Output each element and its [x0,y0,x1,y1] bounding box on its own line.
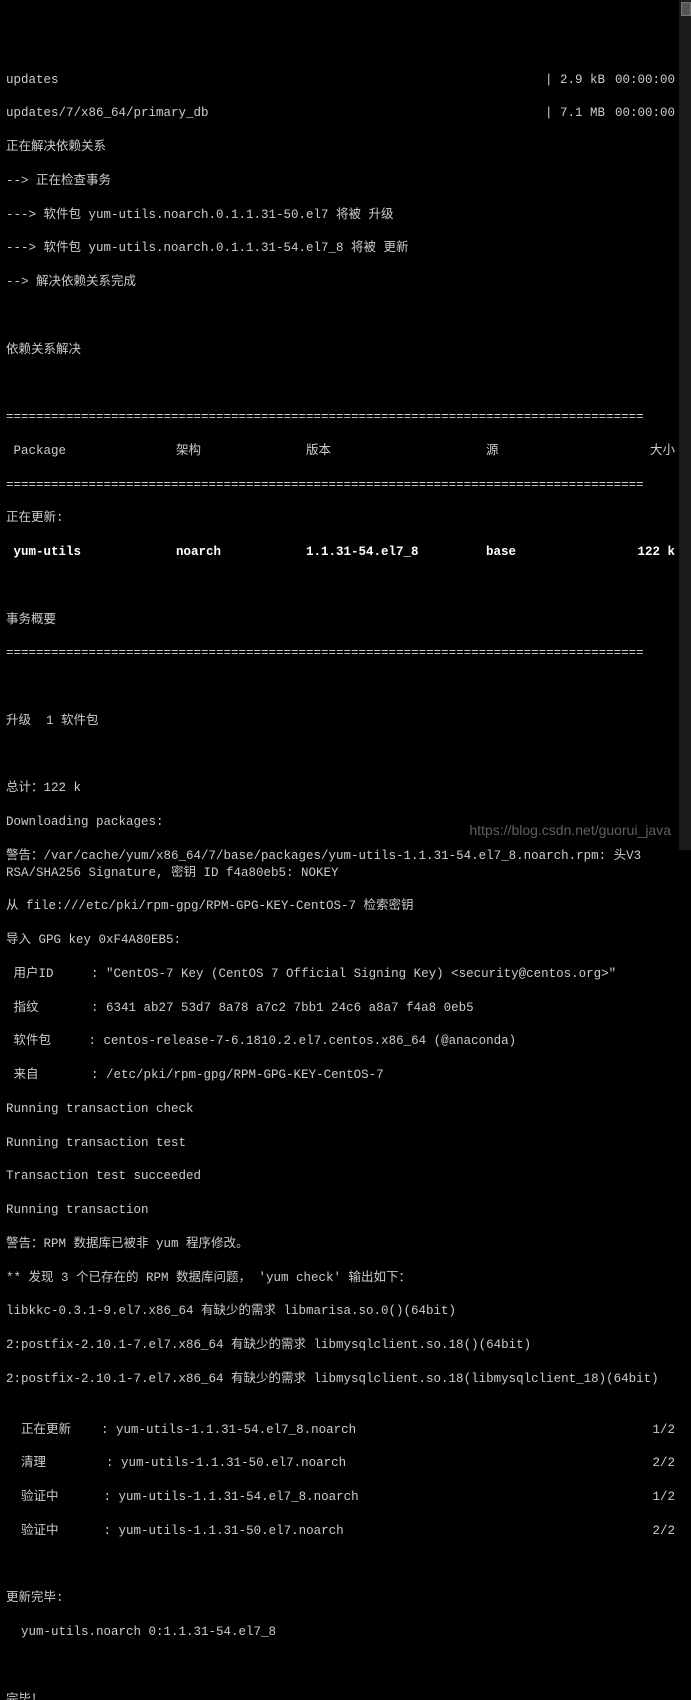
pkg-size: 122 k [626,544,685,561]
blank-line [6,1557,685,1574]
resolve-line: ---> 软件包 yum-utils.noarch.0.1.1.31-54.el… [6,240,685,257]
step-row: 清理 : yum-utils-1.1.31-50.el7.noarch 2/2 [6,1455,685,1472]
updated-pkg: yum-utils.noarch 0:1.1.31-54.el7_8 [6,1624,685,1641]
pkg-version: 1.1.31-54.el7_8 [306,544,486,561]
blank-line [6,747,685,764]
issue-line: libkkc-0.3.1-9.el7.x86_64 有缺少的需求 libmari… [6,1303,685,1320]
upgrade-count: 升级 1 软件包 [6,713,685,730]
issue-line: 2:postfix-2.10.1-7.el7.x86_64 有缺少的需求 lib… [6,1371,685,1388]
col-version: 版本 [306,443,486,460]
blank-line [6,308,685,325]
warning-db: 警告：RPM 数据库已被非 yum 程序修改。 [6,1236,685,1253]
scrollbar-thumb[interactable] [681,2,691,16]
download-row: updates | 2.9 kB 00:00:00 [6,72,685,89]
step-count: 2/2 [645,1455,685,1472]
pkg-repo: base [486,544,626,561]
step-count: 1/2 [645,1422,685,1439]
download-time: 00:00:00 [605,72,685,89]
issue-line: 2:postfix-2.10.1-7.el7.x86_64 有缺少的需求 lib… [6,1337,685,1354]
key-package: 软件包 : centos-release-7-6.1810.2.el7.cent… [6,1033,685,1050]
scrollbar[interactable] [679,0,691,850]
divider: ========================================… [6,645,685,662]
col-repo: 源 [486,443,626,460]
blank-line [6,375,685,392]
step-row: 正在更新 : yum-utils-1.1.31-54.el7_8.noarch … [6,1422,685,1439]
complete: 完毕！ [6,1692,685,1700]
download-name: updates/7/x86_64/primary_db [6,105,535,122]
found-issues: ** 发现 3 个已存在的 RPM 数据库问题， 'yum check' 输出如… [6,1270,685,1287]
step-count: 1/2 [645,1489,685,1506]
watermark: https://blog.csdn.net/guorui_java [469,821,671,840]
resolve-line: ---> 软件包 yum-utils.noarch.0.1.1.31-50.el… [6,207,685,224]
key-fingerprint: 指纹 : 6341 ab27 53d7 8a78 a7c2 7bb1 24c6 … [6,1000,685,1017]
step-count: 2/2 [645,1523,685,1540]
divider: ========================================… [6,409,685,426]
step-row: 验证中 : yum-utils-1.1.31-50.el7.noarch 2/2 [6,1523,685,1540]
blank-line [6,679,685,696]
table-header: Package 架构 版本 源 大小 [6,443,685,460]
warning-rpm: 警告：/var/cache/yum/x86_64/7/base/packages… [6,848,685,882]
trans-check: Running transaction check [6,1101,685,1118]
step-row: 验证中 : yum-utils-1.1.31-54.el7_8.noarch 1… [6,1489,685,1506]
trans-running: Running transaction [6,1202,685,1219]
col-size: 大小 [626,443,685,460]
pkg-name: yum-utils [6,544,176,561]
updating-label: 正在更新: [6,510,685,527]
updated-label: 更新完毕: [6,1590,685,1607]
divider: ========================================… [6,477,685,494]
trans-succeeded: Transaction test succeeded [6,1168,685,1185]
download-size: | 2.9 kB [535,72,605,89]
col-package: Package [6,443,176,460]
download-size: | 7.1 MB [535,105,605,122]
resolve-line: --> 解决依赖关系完成 [6,274,685,291]
resolve-line: --> 正在检查事务 [6,173,685,190]
key-userid: 用户ID : "CentOS-7 Key (CentOS 7 Official … [6,966,685,983]
blank-line [6,578,685,595]
import-gpg-key: 导入 GPG key 0xF4A80EB5: [6,932,685,949]
total-size: 总计：122 k [6,780,685,797]
package-row: yum-utils noarch 1.1.31-54.el7_8 base 12… [6,544,685,561]
transaction-summary: 事务概要 [6,612,685,629]
retrieve-key: 从 file:///etc/pki/rpm-gpg/RPM-GPG-KEY-Ce… [6,898,685,915]
dep-resolved: 依赖关系解决 [6,342,685,359]
resolve-line: 正在解决依赖关系 [6,139,685,156]
trans-test: Running transaction test [6,1135,685,1152]
key-from: 来自 : /etc/pki/rpm-gpg/RPM-GPG-KEY-CentOS… [6,1067,685,1084]
pkg-arch: noarch [176,544,306,561]
download-time: 00:00:00 [605,105,685,122]
download-name: updates [6,72,535,89]
blank-line [6,1658,685,1675]
download-row: updates/7/x86_64/primary_db | 7.1 MB 00:… [6,105,685,122]
col-arch: 架构 [176,443,306,460]
